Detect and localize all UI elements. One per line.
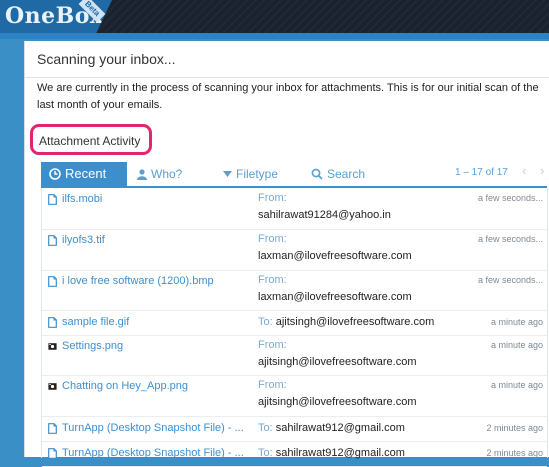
recipient-line: To: sahilrawat912@gmail.com (258, 447, 405, 459)
recipient-line: To: ajitsingh@ilovefreesoftware.com (258, 316, 434, 328)
attachment-filename: TurnApp (Desktop Snapshot File) - ... (62, 447, 244, 459)
header-strip (0, 33, 549, 39)
tab-who-label: Who? (151, 167, 183, 181)
timestamp: a few seconds... (477, 275, 543, 285)
clock-icon (49, 168, 61, 180)
timestamp: a minute ago (490, 380, 543, 390)
recipient-address: sahilrawat912@gmail.com (275, 422, 405, 434)
scan-message: We are currently in the process of scann… (37, 82, 539, 111)
to-label: To: (258, 422, 273, 434)
timestamp: a minute ago (490, 340, 543, 350)
attachment-link[interactable]: sample file.gif (48, 316, 129, 328)
tab-search-label: Search (327, 167, 366, 181)
next-page-button[interactable]: › (540, 163, 544, 178)
attachment-link[interactable]: i love free software (1200).bmp (48, 275, 214, 287)
section-heading: Attachment Activity (39, 134, 141, 148)
list-item[interactable]: TurnApp (Desktop Snapshot File) - ... To:… (42, 441, 547, 467)
document-icon (48, 193, 57, 205)
list-item[interactable]: Chatting on Hey_App.png From: ajitsingh@il… (42, 375, 547, 417)
to-label: To: (258, 316, 273, 328)
document-icon (48, 422, 57, 434)
attachment-filename: i love free software (1200).bmp (62, 275, 214, 287)
sender-address: laxman@ilovefreesoftware.com (258, 250, 412, 262)
attachment-filename: ilfs.mobi (62, 193, 103, 205)
previous-page-button[interactable]: ‹ (522, 163, 526, 178)
image-icon (48, 342, 57, 350)
onebox-logo[interactable]: OneBox Beta (0, 0, 112, 33)
tab-filetype[interactable]: Filetype (223, 162, 278, 186)
tab-who[interactable]: Who? (137, 162, 182, 186)
panel-title: Scanning your inbox... (37, 51, 176, 67)
list-item[interactable]: ilyofs3.tif From: laxman@ilovefreesoftware… (42, 229, 547, 271)
timestamp: 2 minutes ago (486, 423, 543, 433)
attachment-filename: sample file.gif (62, 316, 130, 328)
pagination-arrows: ‹ › (522, 163, 549, 178)
attachment-activity-heading: Attachment Activity (30, 124, 152, 155)
image-icon (48, 382, 57, 390)
attachment-filename: Chatting on Hey_App.png (62, 380, 188, 392)
sender-address: laxman@ilovefreesoftware.com (258, 291, 412, 303)
sender-address: ajitsingh@ilovefreesoftware.com (258, 356, 417, 368)
recipient-address: ajitsingh@ilovefreesoftware.com (275, 316, 435, 328)
top-bar: OneBox Beta (0, 0, 549, 33)
list-item[interactable]: ilfs.mobi From: sahilrawat91284@yahoo.in a … (42, 188, 547, 230)
to-label: To: (258, 447, 273, 459)
search-icon (311, 168, 323, 180)
from-label: From: (258, 339, 287, 351)
from-label: From: (258, 192, 287, 204)
recipient-address: sahilrawat912@gmail.com (275, 447, 405, 459)
list-item[interactable]: TurnApp (Desktop Snapshot File) - ... To:… (42, 416, 547, 442)
attachment-link[interactable]: Chatting on Hey_App.png (48, 380, 188, 392)
recipient-line: To: sahilrawat912@gmail.com (258, 422, 405, 434)
attachment-link[interactable]: ilyofs3.tif (48, 234, 105, 246)
divider (25, 77, 549, 78)
scan-panel: Scanning your inbox... We are currently … (24, 41, 549, 467)
from-label: From: (258, 379, 287, 391)
sender-address: sahilrawat91284@yahoo.in (258, 209, 391, 221)
list-item[interactable]: Settings.png From: ajitsingh@ilovefreesoft… (42, 335, 547, 376)
sender-address: ajitsingh@ilovefreesoftware.com (258, 396, 417, 408)
list-item[interactable]: i love free software (1200).bmp From: laxm… (42, 270, 547, 311)
pagination-count: 1 – 17 of 17 (455, 167, 508, 178)
timestamp: a few seconds... (477, 193, 543, 203)
user-icon (137, 168, 147, 180)
tab-filetype-label: Filetype (236, 167, 279, 181)
from-label: From: (258, 274, 287, 286)
tab-search[interactable]: Search (311, 162, 365, 186)
document-icon (48, 234, 57, 246)
tab-recent-label: Recent (65, 166, 107, 181)
from-label: From: (258, 233, 287, 245)
attachment-filename: Settings.png (62, 340, 124, 352)
attachment-list: ilfs.mobi From: sahilrawat91284@yahoo.in a … (41, 188, 548, 467)
attachment-link[interactable]: Settings.png (48, 340, 123, 352)
attachment-filename: TurnApp (Desktop Snapshot File) - ... (62, 422, 244, 434)
attachment-link[interactable]: ilfs.mobi (48, 193, 102, 205)
document-icon (48, 275, 57, 287)
document-icon (48, 316, 57, 328)
timestamp: a minute ago (490, 317, 543, 327)
list-item[interactable]: sample file.gif To: ajitsingh@ilovefreeso… (42, 310, 547, 336)
tab-recent[interactable]: Recent (41, 162, 127, 186)
attachment-link[interactable]: TurnApp (Desktop Snapshot File) - ... (48, 447, 244, 459)
timestamp: a few seconds... (477, 234, 543, 244)
caret-down-icon (223, 170, 232, 177)
attachment-filename: ilyofs3.tif (62, 234, 105, 246)
attachment-link[interactable]: TurnApp (Desktop Snapshot File) - ... (48, 422, 244, 434)
